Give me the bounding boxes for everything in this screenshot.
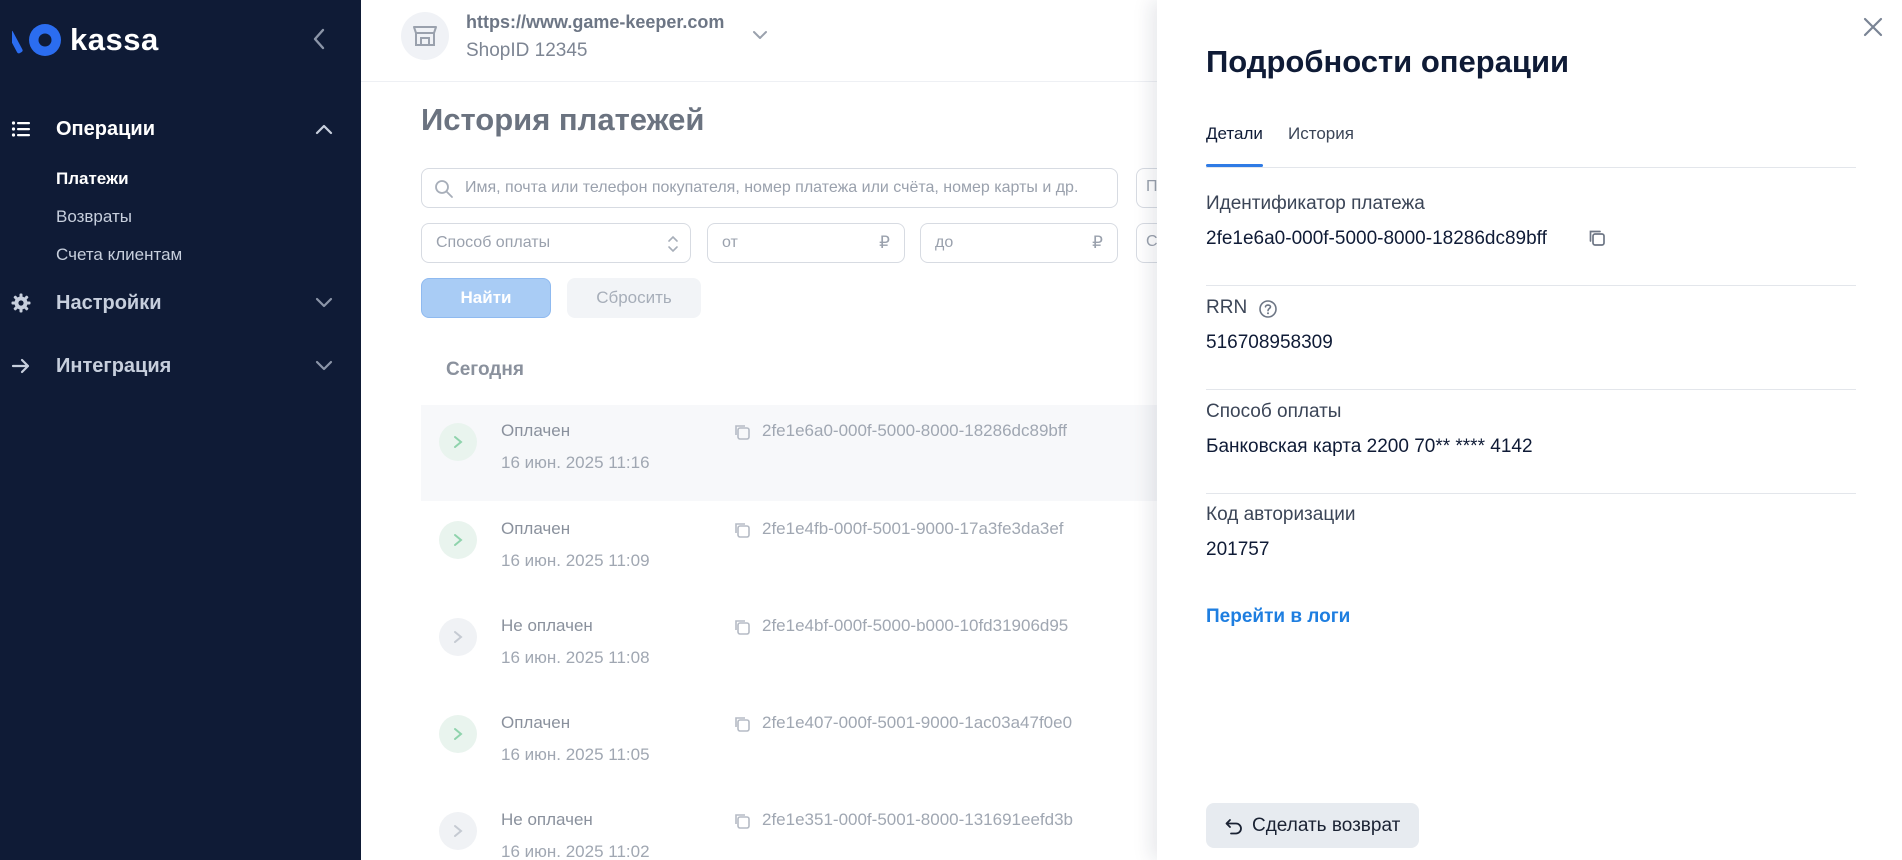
- nav-section-label: Операции: [56, 117, 155, 140]
- sidebar-item-refunds[interactable]: Возвраты: [56, 207, 132, 227]
- ruble-icon: ₽: [879, 233, 890, 252]
- page-title: История платежей: [421, 102, 705, 137]
- amount-to-input[interactable]: до ₽: [920, 223, 1118, 263]
- refund-button[interactable]: Сделать возврат: [1206, 803, 1419, 848]
- operation-details-drawer: Подробности операции Детали История Иден…: [1157, 0, 1902, 860]
- go-to-logs-link[interactable]: Перейти в логи: [1206, 606, 1350, 628]
- payment-date: 16 июн. 2025 11:05: [501, 745, 650, 764]
- nav-section-settings[interactable]: Настройки: [0, 283, 361, 323]
- find-button[interactable]: Найти: [421, 278, 551, 318]
- sidebar-item-invoices[interactable]: Счета клиентам: [56, 245, 182, 265]
- payment-method-select[interactable]: Способ оплаты: [421, 223, 691, 263]
- reset-button[interactable]: Сбросить: [567, 278, 701, 318]
- drawer-title: Подробности операции: [1206, 44, 1570, 79]
- sidebar-item-payments[interactable]: Платежи: [56, 169, 129, 189]
- yookassa-logo-icon: [7, 22, 62, 58]
- shop-switcher-chevron-down-icon[interactable]: [751, 28, 771, 48]
- close-icon: [1863, 17, 1883, 37]
- field-glyph: С: [1146, 233, 1158, 250]
- copy-icon[interactable]: [1587, 228, 1607, 248]
- payment-id: 2fe1e6a0-000f-5000-8000-18286dc89bff: [762, 421, 1068, 440]
- drawer-tabs: Детали История: [1206, 120, 1856, 168]
- rrn-field: RRN 516708958309: [1206, 287, 1856, 390]
- payment-status: Не оплачен: [501, 616, 593, 635]
- chevron-up-icon: [314, 119, 334, 139]
- payment-status: Оплачен: [501, 519, 571, 538]
- table-row[interactable]: Оплачен 16 июн. 2025 11:05 2fe1e407-000f…: [421, 697, 1221, 793]
- field-value: Банковская карта 2200 70** **** 4142: [1206, 436, 1533, 457]
- chevron-right-icon: [439, 618, 477, 656]
- chevron-down-icon: [314, 293, 334, 313]
- field-label: Код авторизации: [1206, 504, 1356, 525]
- table-row[interactable]: Оплачен 16 июн. 2025 11:16 2fe1e6a0-000f…: [421, 405, 1221, 501]
- payment-status: Оплачен: [501, 713, 571, 732]
- amount-to-placeholder: до: [935, 234, 954, 251]
- amount-from-input[interactable]: от ₽: [707, 223, 905, 263]
- auth-code-field: Код авторизации 201757: [1206, 494, 1856, 597]
- payment-id: 2fe1e351-000f-5001-8000-131691eefd3b: [762, 810, 1073, 829]
- field-value: 2fe1e6a0-000f-5000-8000-18286dc89bff: [1206, 228, 1547, 249]
- undo-icon: [1224, 816, 1244, 836]
- search-input[interactable]: Имя, почта или телефон покупателя, номер…: [421, 168, 1118, 208]
- nav-section-operations[interactable]: Операции: [0, 109, 361, 149]
- payment-id: 2fe1e407-000f-5001-9000-1ac03a47f0e0: [762, 713, 1073, 732]
- payment-method-placeholder: Способ оплаты: [436, 234, 551, 251]
- copy-icon[interactable]: [733, 715, 751, 733]
- search-icon: [434, 179, 454, 199]
- payment-status: Не оплачен: [501, 810, 593, 829]
- brand-name: kassa: [70, 22, 159, 57]
- search-placeholder: Имя, почта или телефон покупателя, номер…: [465, 179, 1079, 196]
- payment-id-field: Идентификатор платежа 2fe1e6a0-000f-5000…: [1206, 183, 1856, 286]
- collapse-sidebar-button[interactable]: [304, 22, 334, 56]
- chevron-down-icon: [314, 356, 334, 376]
- nav-section-label: Настройки: [56, 291, 162, 314]
- field-label: Способ оплаты: [1206, 401, 1342, 422]
- shop-url: https://www.game-keeper.com: [466, 12, 725, 32]
- chevron-left-icon: [313, 28, 325, 50]
- payment-date: 16 июн. 2025 11:09: [501, 551, 650, 570]
- payment-date: 16 июн. 2025 11:16: [501, 453, 650, 472]
- help-icon[interactable]: [1258, 299, 1278, 319]
- arrow-right-icon: [10, 355, 32, 377]
- amount-from-placeholder: от: [722, 234, 738, 251]
- day-group-label: Сегодня: [446, 359, 524, 380]
- select-arrows-icon: [668, 235, 678, 253]
- payment-date: 16 июн. 2025 11:02: [501, 842, 650, 860]
- sidebar: kassa Операции Платежи Возвраты Счета кл…: [0, 0, 361, 860]
- chevron-right-icon: [439, 521, 477, 559]
- tab-details[interactable]: Детали: [1206, 124, 1263, 144]
- field-value: 516708958309: [1206, 332, 1333, 353]
- gear-icon: [10, 292, 32, 314]
- payment-status: Оплачен: [501, 421, 571, 440]
- field-label: Идентификатор платежа: [1206, 193, 1425, 214]
- copy-icon[interactable]: [733, 521, 751, 539]
- nav-section-label: Интеграция: [56, 354, 172, 377]
- close-button[interactable]: [1858, 12, 1888, 42]
- refund-button-label: Сделать возврат: [1252, 815, 1401, 836]
- field-value: 201757: [1206, 539, 1270, 560]
- copy-icon[interactable]: [733, 423, 751, 441]
- table-row[interactable]: Оплачен 16 июн. 2025 11:09 2fe1e4fb-000f…: [421, 503, 1221, 599]
- shop-icon[interactable]: [401, 12, 449, 60]
- ruble-icon: ₽: [1092, 233, 1103, 252]
- copy-icon[interactable]: [733, 618, 751, 636]
- chevron-right-icon: [439, 812, 477, 850]
- table-row[interactable]: Не оплачен 16 июн. 2025 11:08 2fe1e4bf-0…: [421, 600, 1221, 696]
- payment-date: 16 июн. 2025 11:08: [501, 648, 650, 667]
- field-label: RRN: [1206, 297, 1248, 318]
- shop-id: ShopID 12345: [466, 40, 588, 61]
- list-icon: [10, 118, 32, 140]
- tab-history[interactable]: История: [1288, 124, 1354, 144]
- copy-icon[interactable]: [733, 812, 751, 830]
- field-glyph: П: [1146, 178, 1158, 195]
- payment-id: 2fe1e4fb-000f-5001-9000-17a3fe3da3ef: [762, 519, 1064, 538]
- nav-section-integration[interactable]: Интеграция: [0, 346, 361, 386]
- brand-logo[interactable]: kassa: [7, 20, 159, 60]
- table-row[interactable]: Не оплачен 16 июн. 2025 11:02 2fe1e351-0…: [421, 794, 1221, 860]
- chevron-right-icon: [439, 423, 477, 461]
- chevron-right-icon: [439, 715, 477, 753]
- active-tab-indicator: [1206, 164, 1263, 167]
- payment-method-field: Способ оплаты Банковская карта 2200 70**…: [1206, 391, 1856, 494]
- payment-id: 2fe1e4bf-000f-5000-b000-10fd31906d95: [762, 616, 1069, 635]
